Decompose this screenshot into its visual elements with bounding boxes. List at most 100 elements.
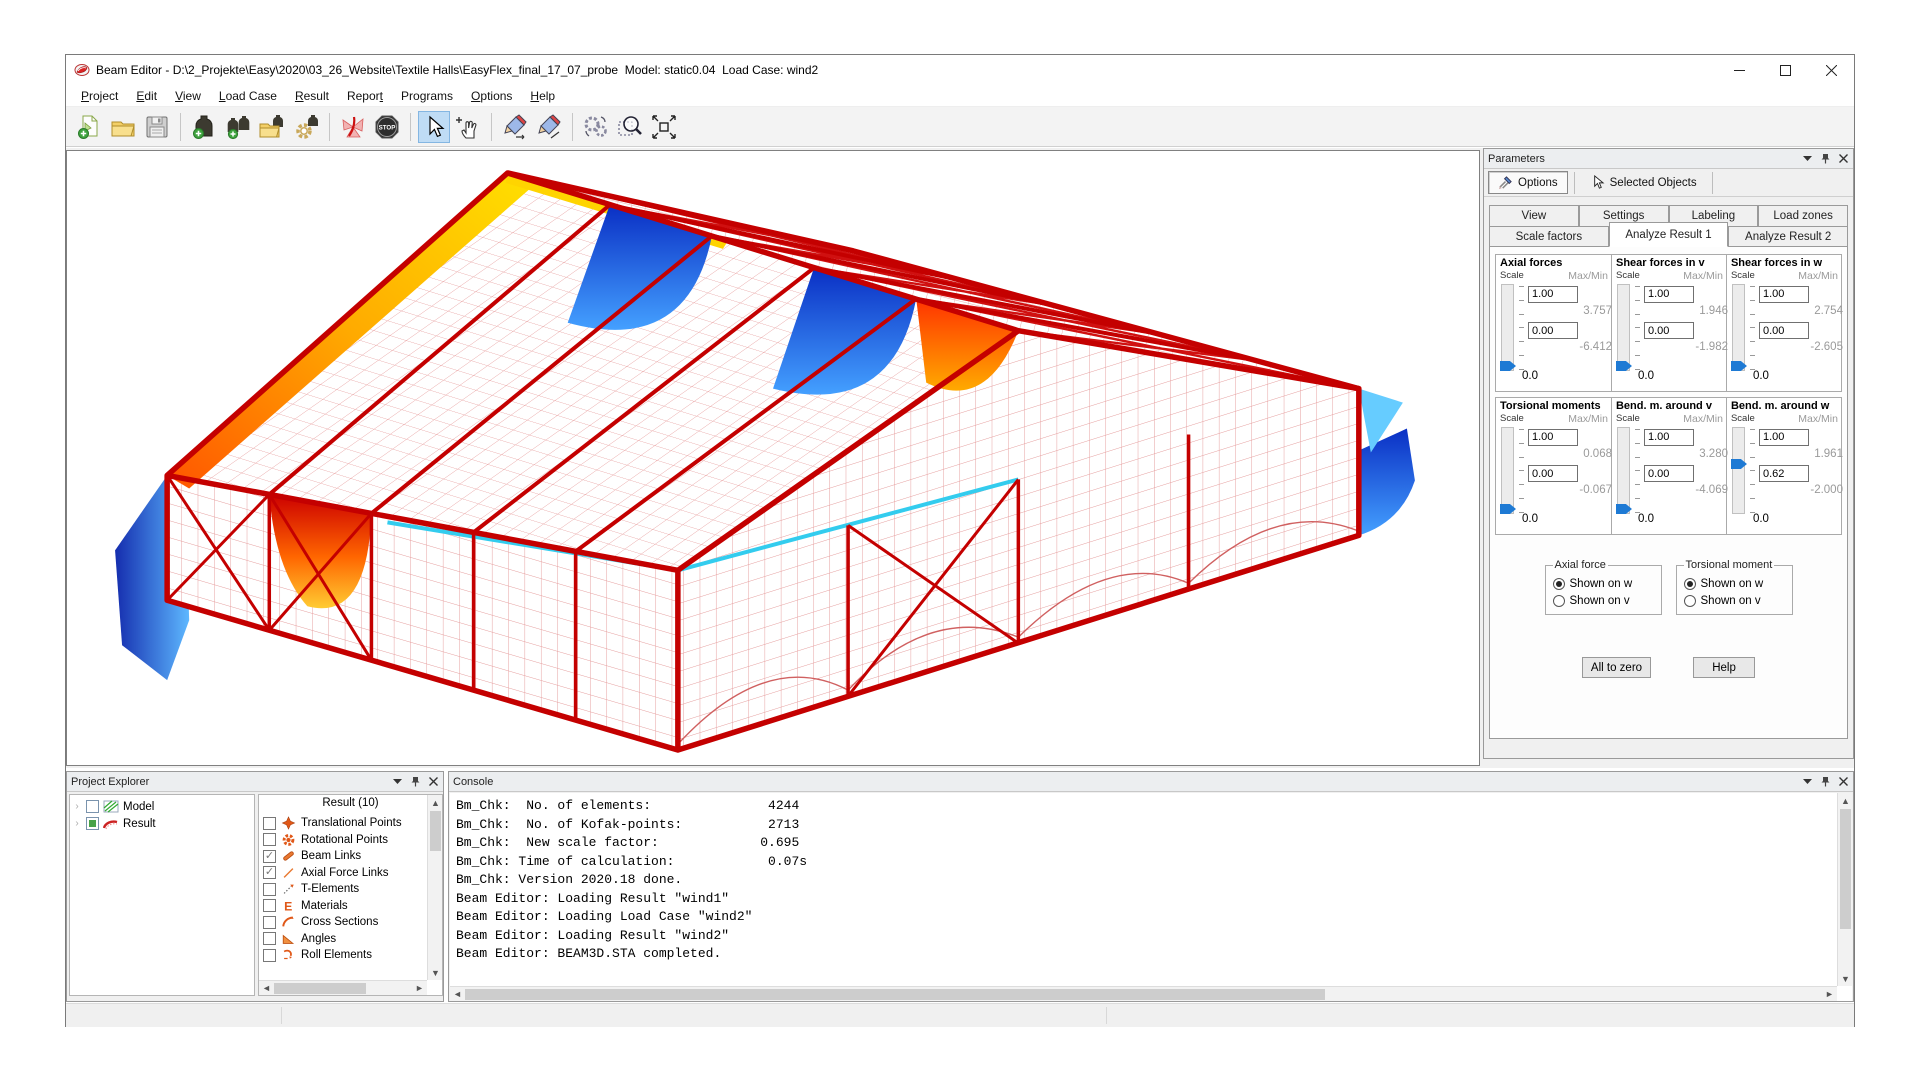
load-case-settings-button[interactable] [290,111,322,143]
scale-slider[interactable] [1501,427,1514,514]
console-panel: Console Bm_Chk: No. of elements: 4244 Bm… [448,771,1854,1002]
help-button[interactable]: Help [1693,657,1755,678]
scale-offset-input[interactable] [1759,322,1809,339]
axial-shown-on-w-radio[interactable]: Shown on w [1553,578,1654,590]
select-tool-button[interactable] [418,111,450,143]
model-checkbox[interactable] [86,800,99,813]
pin-icon[interactable] [410,776,421,787]
menu-result[interactable]: Result [286,87,338,105]
list-item-translational-points[interactable]: Translational Points [263,815,424,832]
tab-view[interactable]: View [1489,205,1579,226]
list-item-axial-force-links[interactable]: ✓ Axial Force Links [263,865,424,882]
scale-offset-input[interactable] [1759,465,1809,482]
menu-view[interactable]: View [166,87,210,105]
tree-item-result[interactable]: › Result [72,815,252,832]
result-checkbox[interactable] [86,817,99,830]
scale-slider[interactable] [1617,427,1630,514]
status-bar [66,1003,1854,1027]
console-line: Bm_Chk: Version 2020.18 done. [456,871,1832,890]
parameters-mode-bar: Options Selected Objects [1484,169,1853,197]
menu-options[interactable]: Options [462,87,521,105]
new-project-button[interactable] [73,111,105,143]
menu-load-case[interactable]: Load Case [210,87,286,105]
tab-scale-factors[interactable]: Scale factors [1489,226,1609,247]
scale-max-input[interactable] [1759,429,1809,446]
axial-shown-on-v-radio[interactable]: Shown on v [1553,595,1654,607]
draw-beam-tool-button[interactable] [499,111,531,143]
pan-tool-button[interactable] [452,111,484,143]
panel-menu-icon[interactable] [1802,153,1813,164]
zoom-window-tool-button[interactable] [614,111,646,143]
list-item-t-elements[interactable]: T-Elements [263,881,424,898]
options-mode-button[interactable]: Options [1488,171,1568,194]
list-item-rotational-points[interactable]: Rotational Points [263,832,424,849]
fit-view-tool-button[interactable] [648,111,680,143]
panel-menu-icon[interactable] [1802,776,1813,787]
close-button[interactable] [1808,55,1854,85]
menu-programs[interactable]: Programs [392,87,462,105]
list-item-roll-elements[interactable]: Roll Elements [263,947,424,964]
list-item-beam-links[interactable]: ✓ Beam Links [263,848,424,865]
tab-analyze-result-2[interactable]: Analyze Result 2 [1728,226,1848,247]
open-project-button[interactable] [107,111,139,143]
scale-slider[interactable] [1732,427,1745,514]
maximize-button[interactable] [1762,55,1808,85]
stop-calculation-button[interactable]: STOP [371,111,403,143]
menu-report[interactable]: Report [338,87,392,105]
tab-load-zones[interactable]: Load zones [1758,205,1848,226]
tree-item-model[interactable]: › Model [72,798,252,815]
new-load-case-button[interactable] [188,111,220,143]
console-hscrollbar[interactable]: ◄ ► [450,986,1837,1001]
close-panel-icon[interactable] [1838,153,1849,164]
menu-help[interactable]: Help [521,87,564,105]
console-vscrollbar[interactable]: ▲ ▼ [1837,793,1852,986]
open-load-case-button[interactable] [256,111,288,143]
result-list-hscrollbar[interactable]: ◄ ► [259,980,427,995]
scale-max-input[interactable] [1759,286,1809,303]
model-viewport[interactable] [66,150,1480,766]
pin-icon[interactable] [1820,153,1831,164]
scale-slider[interactable] [1732,284,1745,371]
window-title: Beam Editor - D:\2_Projekte\Easy\2020\03… [96,63,818,77]
scale-offset-input[interactable] [1528,322,1578,339]
scroll-left-icon: ◄ [259,981,274,996]
save-project-button[interactable] [141,111,173,143]
scale-max-input[interactable] [1644,429,1694,446]
run-calculation-button[interactable] [337,111,369,143]
console-output[interactable]: Bm_Chk: No. of elements: 4244 Bm_Chk: No… [450,793,1852,1001]
close-panel-icon[interactable] [428,776,439,787]
all-to-zero-button[interactable]: All to zero [1582,657,1651,678]
rotate-view-tool-button[interactable] [580,111,612,143]
scale-slider[interactable] [1617,284,1630,371]
panel-menu-icon[interactable] [392,776,403,787]
scale-offset-input[interactable] [1528,465,1578,482]
analyze-result-1-page: Axial forces ScaleMax/Min 3.757 -6.412 [1489,247,1848,739]
cursor-arrow-icon [1590,175,1605,190]
gear-weight-icon [293,114,319,140]
scale-offset-input[interactable] [1644,465,1694,482]
expand-chevron-icon[interactable]: › [72,801,82,812]
scale-slider[interactable] [1501,284,1514,371]
tab-analyze-result-1[interactable]: Analyze Result 1 [1609,222,1729,247]
list-item-cross-sections[interactable]: Cross Sections [263,914,424,931]
menu-project[interactable]: Project [72,87,127,105]
torsional-shown-on-v-radio[interactable]: Shown on v [1684,595,1785,607]
torsional-shown-on-w-radio[interactable]: Shown on w [1684,578,1785,590]
result-list-vscrollbar[interactable]: ▲ ▼ [427,795,442,980]
list-item-materials[interactable]: E Materials [263,898,424,915]
list-item-angles[interactable]: Angles [263,931,424,948]
draw-link-tool-button[interactable] [533,111,565,143]
minimize-button[interactable] [1716,55,1762,85]
checkbox [263,949,276,962]
scale-max-input[interactable] [1528,429,1578,446]
menu-edit[interactable]: Edit [127,87,166,105]
expand-chevron-icon[interactable]: › [72,818,82,829]
torsional-moment-display-group: Torsional moment Shown on w Shown on v [1676,559,1793,615]
scale-max-input[interactable] [1528,286,1578,303]
pin-icon[interactable] [1820,776,1831,787]
scale-offset-input[interactable] [1644,322,1694,339]
close-panel-icon[interactable] [1838,776,1849,787]
duplicate-load-case-button[interactable] [222,111,254,143]
scale-max-input[interactable] [1644,286,1694,303]
selected-objects-mode-button[interactable]: Selected Objects [1581,171,1706,194]
